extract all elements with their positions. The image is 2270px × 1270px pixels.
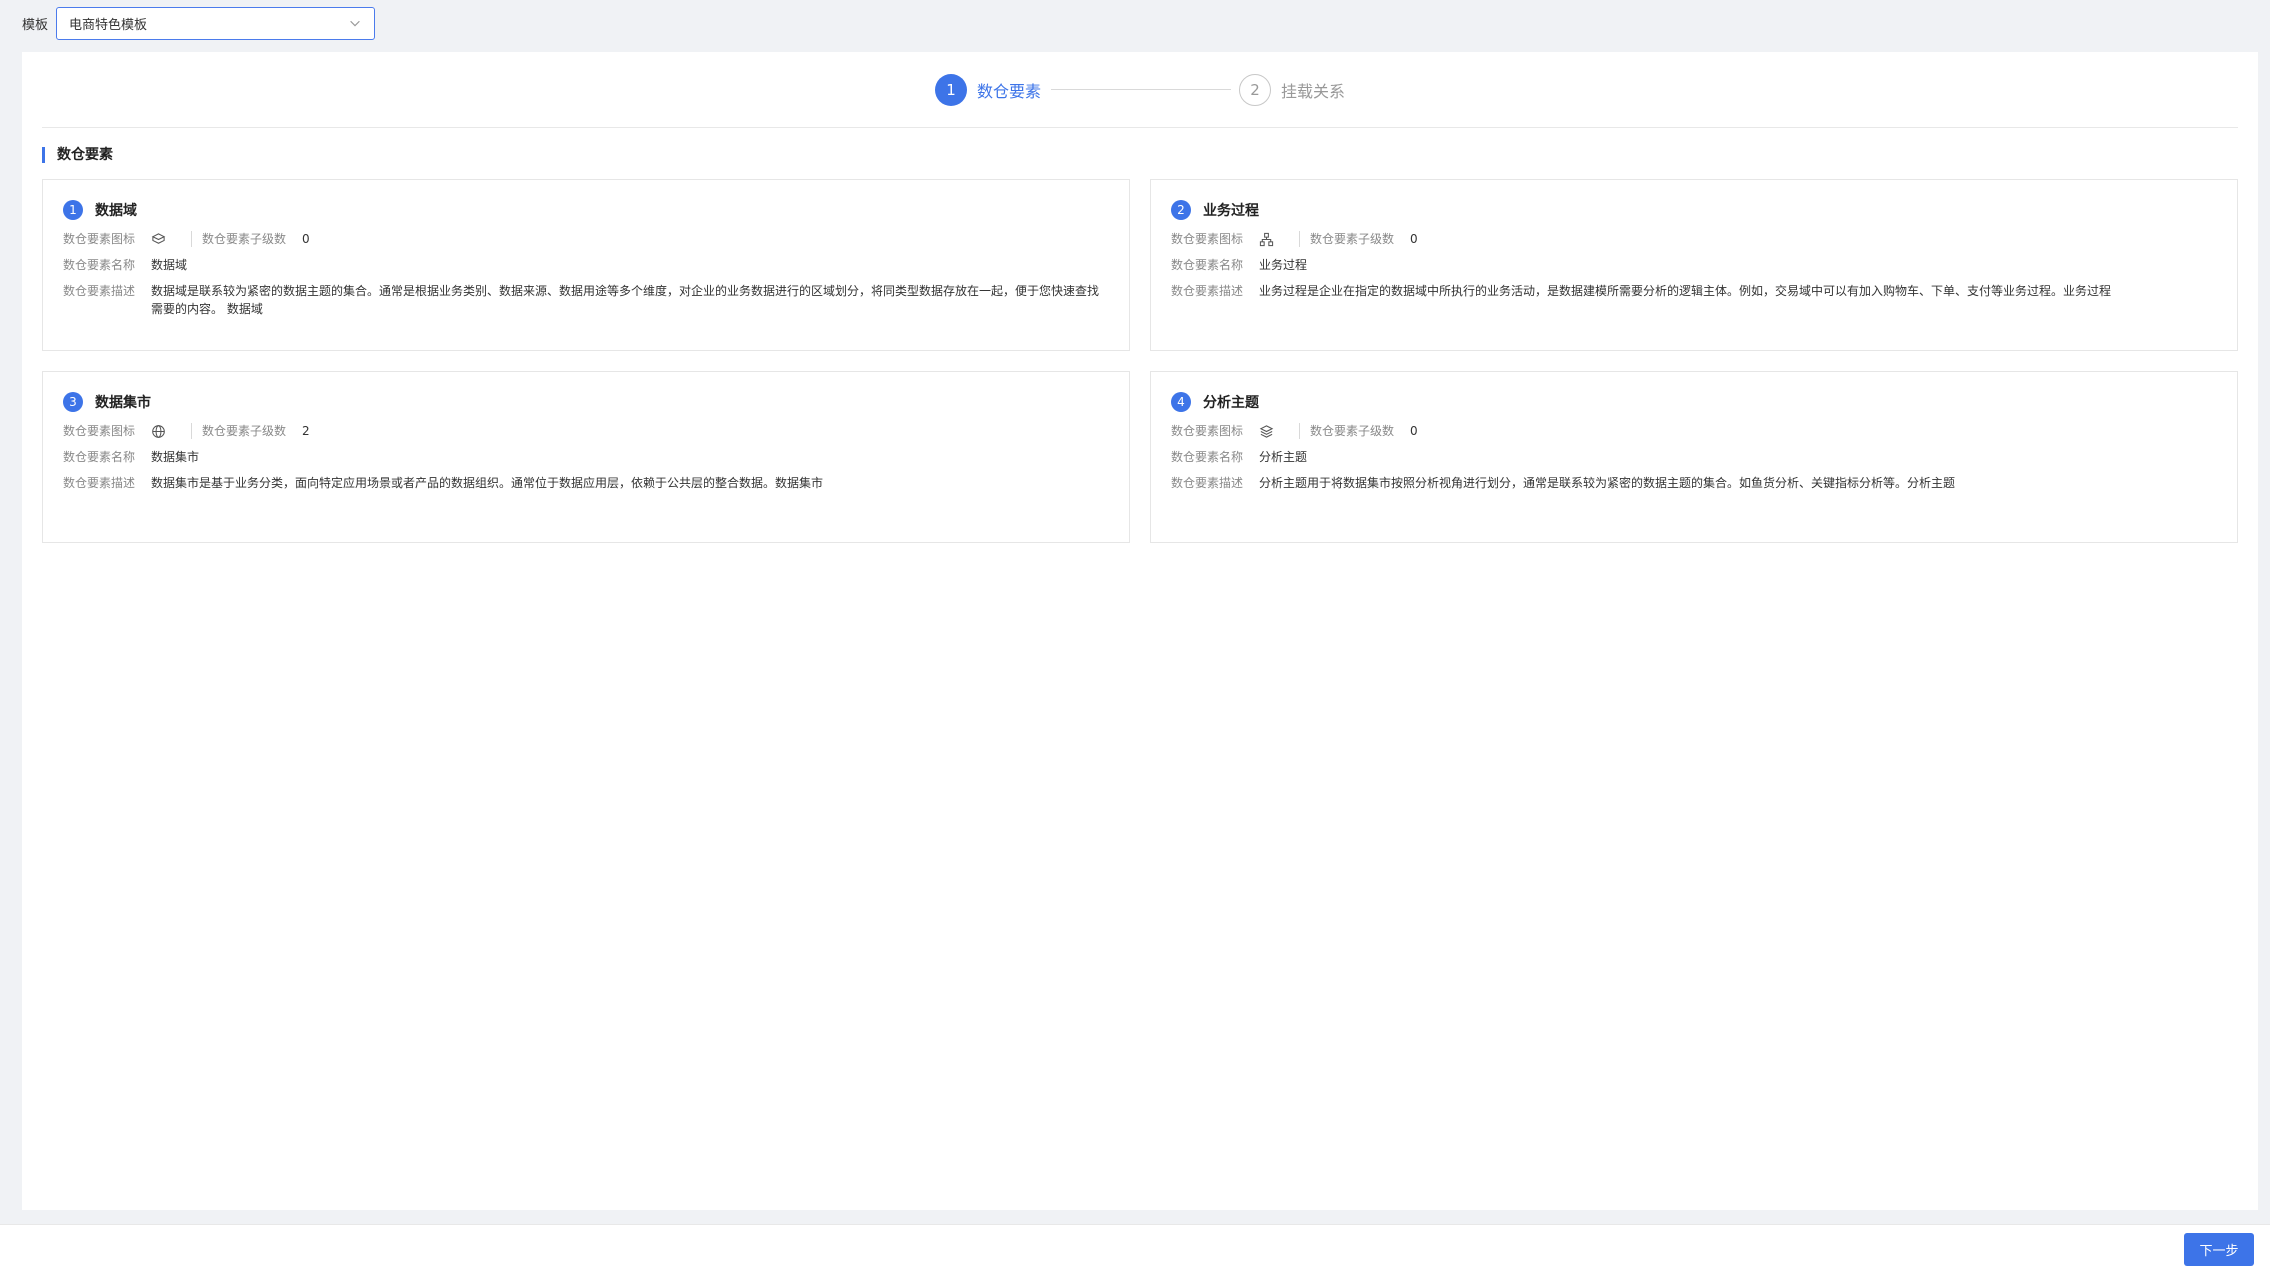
child-level-value: 0 xyxy=(1410,424,1418,438)
divider xyxy=(191,231,192,247)
icon-label: 数仓要素图标 xyxy=(1171,232,1244,246)
name-label: 数仓要素名称 xyxy=(63,450,136,464)
divider xyxy=(1299,231,1300,247)
child-level-value: 2 xyxy=(302,424,310,438)
card-title: 数据集市 xyxy=(95,395,151,411)
child-level-label: 数仓要素子级数 xyxy=(1310,424,1395,438)
chevron-down-icon xyxy=(350,20,360,27)
next-step-button[interactable]: 下一步 xyxy=(2184,1233,2254,1266)
child-level-value: 0 xyxy=(1410,232,1418,246)
name-value: 分析主题 xyxy=(1259,450,1308,464)
element-card: 1 数据域 数仓要素图标 数仓要素子级数 0 数仓要素名称 数据域 数仓要素描述… xyxy=(42,179,1130,351)
section-title: 数仓要素 xyxy=(42,147,113,163)
step-1[interactable]: 1 数仓要素 xyxy=(934,73,1041,106)
step-1-label: 数仓要素 xyxy=(976,81,1041,101)
icon-label: 数仓要素图标 xyxy=(1171,424,1244,438)
card-number: 1 xyxy=(63,200,83,220)
element-card: 4 分析主题 数仓要素图标 数仓要素子级数 0 数仓要素名称 分析主题 数仓要素… xyxy=(1150,371,2238,543)
desc-label: 数仓要素描述 xyxy=(1171,476,1244,490)
desc-label: 数仓要素描述 xyxy=(1171,284,1244,298)
card-title: 分析主题 xyxy=(1203,395,1259,411)
card-title: 业务过程 xyxy=(1203,203,1259,219)
step-connector xyxy=(1051,89,1231,90)
step-1-number: 1 xyxy=(934,73,967,106)
name-value: 业务过程 xyxy=(1259,258,1308,272)
name-value: 数据集市 xyxy=(151,450,200,464)
cube-icon xyxy=(151,232,166,244)
card-number: 2 xyxy=(1171,200,1191,220)
steps-bar: 1 数仓要素 2 挂载关系 xyxy=(42,52,2238,128)
icon-label: 数仓要素图标 xyxy=(63,232,136,246)
card-title: 数据域 xyxy=(95,203,137,219)
child-level-value: 0 xyxy=(302,232,310,246)
desc-value: 数据域是联系较为紧密的数据主题的集合。通常是根据业务类别、数据来源、数据用途等多… xyxy=(151,284,1100,316)
name-label: 数仓要素名称 xyxy=(1171,450,1244,464)
desc-value: 数据集市是基于业务分类，面向特定应用场景或者产品的数据组织。通常位于数据应用层，… xyxy=(151,476,824,490)
child-level-label: 数仓要素子级数 xyxy=(1310,232,1395,246)
footer-bar: 下一步 xyxy=(0,1224,2270,1270)
desc-label: 数仓要素描述 xyxy=(63,476,136,490)
card-number: 4 xyxy=(1171,392,1191,412)
element-card: 3 数据集市 数仓要素图标 数仓要素子级数 2 数仓要素名称 数据集市 数仓要素… xyxy=(42,371,1130,543)
step-2-number: 2 xyxy=(1239,73,1271,106)
icon-label: 数仓要素图标 xyxy=(63,424,136,438)
child-level-label: 数仓要素子级数 xyxy=(202,424,287,438)
divider xyxy=(1299,423,1300,439)
card-number: 3 xyxy=(63,392,83,412)
template-bar: 模板 电商特色模板 xyxy=(0,0,2270,46)
layers-icon xyxy=(1259,424,1274,438)
child-level-label: 数仓要素子级数 xyxy=(202,232,287,246)
step-2-label: 挂载关系 xyxy=(1281,81,1346,101)
main-panel: 1 数仓要素 2 挂载关系 数仓要素 1 数据域 数仓要素图标 数仓要素子级数 … xyxy=(22,52,2258,1210)
desc-value: 业务过程是企业在指定的数据域中所执行的业务活动，是数据建模所需要分析的逻辑主体。… xyxy=(1259,284,2112,298)
template-select[interactable]: 电商特色模板 xyxy=(56,6,376,40)
globe-icon xyxy=(152,424,165,438)
desc-label: 数仓要素描述 xyxy=(63,284,136,298)
template-label: 模板 xyxy=(22,17,49,33)
name-label: 数仓要素名称 xyxy=(63,258,136,272)
desc-value: 分析主题用于将数据集市按照分析视角进行划分，通常是联系较为紧密的数据主题的集合。… xyxy=(1259,476,1956,490)
step-2[interactable]: 2 挂载关系 xyxy=(1239,73,1346,106)
name-value: 数据域 xyxy=(151,258,188,272)
element-card: 2 业务过程 数仓要素图标 数仓要素子级数 0 数仓要素名称 业务过程 数仓要素… xyxy=(1150,179,2238,351)
name-label: 数仓要素名称 xyxy=(1171,258,1244,272)
template-select-value: 电商特色模板 xyxy=(69,17,148,33)
divider xyxy=(191,423,192,439)
hierarchy-icon xyxy=(1259,232,1274,246)
